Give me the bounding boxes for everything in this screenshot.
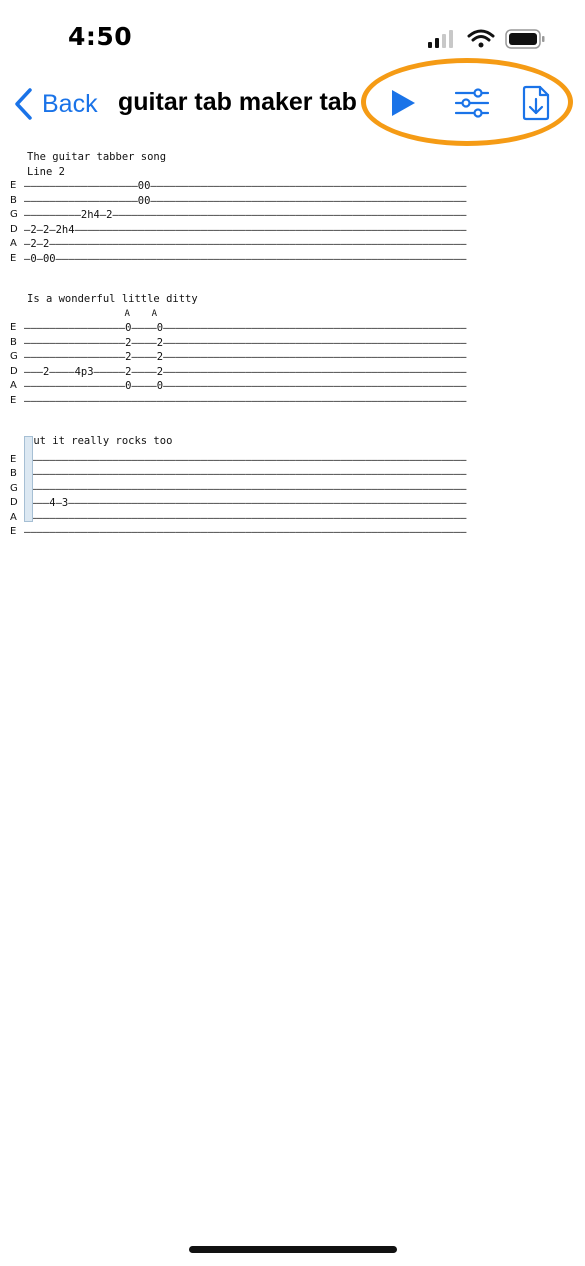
play-button[interactable] [389, 88, 417, 118]
string-label: A [10, 238, 17, 249]
tab-string-line: E ——————————————————————————————————————… [10, 525, 575, 540]
tab-string-line: E —0—00—————————————————————————————————… [10, 252, 575, 267]
string-notes: ————4—3—————————————————————————————————… [24, 497, 467, 509]
edit-cursor[interactable] [24, 436, 33, 522]
tab-string-line: G ————————————————2————2————————————————… [10, 350, 575, 365]
string-label: D [10, 223, 18, 235]
tab-string-line: B ——————————————————————————————————————… [10, 467, 575, 482]
string-notes: —2—2————————————————————————————————————… [24, 238, 467, 250]
tab-lyric-line: But it really rocks too [27, 435, 173, 447]
page-title: guitar tab maker tab [118, 88, 357, 116]
string-notes: ——————————————————00————————————————————… [24, 180, 467, 192]
tab-lyric-line: Line 2 [27, 165, 65, 178]
play-icon [392, 90, 415, 116]
string-label: D [10, 497, 18, 508]
string-label: A [10, 380, 17, 391]
settings-button[interactable] [455, 88, 489, 118]
string-label: A [10, 511, 17, 523]
string-notes: ——————————————————00————————————————————… [24, 194, 467, 207]
string-label: G [10, 351, 18, 362]
tab-string-line: D —2—2—2h4——————————————————————————————… [10, 223, 575, 238]
string-notes: ————————————————2————2——————————————————… [24, 351, 467, 363]
wifi-icon [467, 29, 495, 48]
tab-string-line: E ——————————————————00——————————————————… [10, 179, 575, 194]
tab-string-line: D ———2————4p3—————2————2————————————————… [10, 365, 575, 380]
string-notes: ————————————————————————————————————————… [24, 511, 467, 524]
string-notes: ————————————————————————————————————————… [24, 394, 467, 407]
cellular-signal-icon [428, 30, 453, 48]
string-label: E [10, 453, 17, 465]
tab-block: Is a wonderful little ditty A A E ——————… [10, 292, 575, 408]
back-label: Back [42, 89, 98, 118]
string-notes: ————————————————————————————————————————… [24, 526, 467, 538]
string-notes: ————————————————————————————————————————… [24, 453, 467, 466]
string-label: E [10, 322, 17, 333]
status-icons [428, 29, 545, 49]
string-label: E [10, 252, 17, 264]
back-button[interactable]: Back [12, 86, 98, 122]
tab-editor[interactable]: The guitar tabber song Line 2 E ————————… [10, 150, 575, 540]
string-notes: ———2————4p3—————2————2——————————————————… [24, 365, 467, 378]
tab-block: But it really rocks too E ——————————————… [10, 434, 575, 540]
tab-string-line: E ——————————————————————————————————————… [10, 394, 575, 409]
string-label: B [10, 336, 17, 348]
tab-lyric-line: The guitar tabber song [27, 151, 167, 163]
string-label: E [10, 394, 17, 406]
string-notes: ————————————————0————0——————————————————… [24, 380, 467, 392]
string-label: E [10, 180, 17, 191]
tab-lyric-line: Is a wonderful little ditty [27, 293, 198, 305]
tab-string-line: B ————————————————2————2————————————————… [10, 336, 575, 351]
status-time: 4:50 [68, 22, 133, 51]
battery-icon [505, 29, 545, 49]
tab-string-line: A ————————————————0————0————————————————… [10, 379, 575, 394]
document-download-icon [522, 85, 550, 121]
string-label: G [10, 209, 18, 220]
chevron-left-icon [15, 88, 32, 120]
string-label: B [10, 194, 17, 206]
tab-string-line: D ————4—3———————————————————————————————… [10, 496, 575, 511]
string-label: G [10, 482, 18, 494]
string-notes: —————————2h4—2——————————————————————————… [24, 209, 467, 221]
sliders-icon [455, 88, 489, 118]
tab-annotation-line: A A [27, 308, 158, 319]
tab-string-line: G —————————2h4—2————————————————————————… [10, 208, 575, 223]
string-notes: ————————————————0————0——————————————————… [24, 322, 467, 334]
string-notes: ————————————————————————————————————————… [24, 482, 467, 495]
string-label: D [10, 365, 18, 377]
string-label: E [10, 526, 17, 537]
string-notes: —0—00———————————————————————————————————… [24, 252, 467, 265]
tab-string-line: A —2—2——————————————————————————————————… [10, 237, 575, 252]
tab-string-line: E ————————————————0————0————————————————… [10, 321, 575, 336]
tab-string-line: E ——————————————————————————————————————… [10, 453, 575, 468]
tab-string-line: B ——————————————————00——————————————————… [10, 194, 575, 209]
home-indicator[interactable] [189, 1246, 397, 1253]
string-label: B [10, 468, 17, 479]
string-notes: ————————————————2————2——————————————————… [24, 336, 467, 349]
tab-block: The guitar tabber song Line 2 E ————————… [10, 150, 575, 266]
string-notes: ————————————————————————————————————————… [24, 468, 467, 480]
export-button[interactable] [521, 85, 551, 121]
string-notes: —2—2—2h4————————————————————————————————… [24, 223, 467, 236]
tab-string-line: A ——————————————————————————————————————… [10, 511, 575, 526]
tab-string-line: G ——————————————————————————————————————… [10, 482, 575, 497]
